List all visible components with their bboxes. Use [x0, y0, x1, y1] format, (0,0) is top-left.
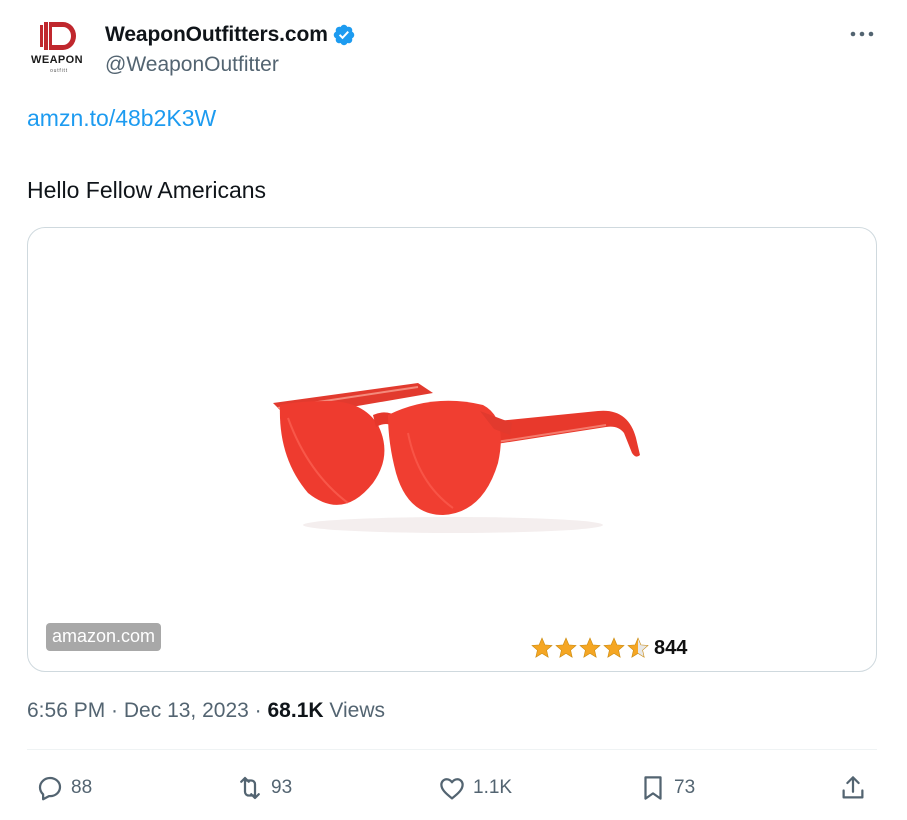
- avatar[interactable]: WEAPON outfitt: [27, 16, 87, 76]
- verified-badge-icon[interactable]: [332, 23, 356, 47]
- star-full-icon: [603, 637, 625, 658]
- meta-separator: ·: [248, 699, 268, 722]
- link-preview-card[interactable]: amazon.com 844: [27, 227, 877, 672]
- reply-count: 88: [71, 777, 93, 798]
- reply-icon: [38, 776, 62, 801]
- card-domain-badge: amazon.com: [46, 623, 162, 651]
- meta-separator: ·: [105, 699, 124, 722]
- more-options-button[interactable]: [846, 22, 878, 46]
- author-name-row: WeaponOutfitters.com: [105, 21, 356, 49]
- rating-stars: [530, 636, 650, 660]
- tweet-link[interactable]: amzn.to/48b2K3W: [27, 105, 216, 132]
- share-button[interactable]: [838, 771, 868, 805]
- tweet-meta: 6:56 PM · Dec 13, 2023 · 68.1K Views: [27, 699, 385, 723]
- tweet-date[interactable]: Dec 13, 2023: [124, 699, 249, 723]
- red-sunglasses-image: [273, 383, 640, 533]
- author-display-name[interactable]: WeaponOutfitters.com: [105, 23, 328, 47]
- star-half-icon: [627, 637, 649, 658]
- bookmark-button[interactable]: 73: [638, 771, 695, 805]
- tweet-text: Hello Fellow Americans: [27, 177, 267, 203]
- repost-icon: [240, 776, 260, 800]
- like-count: 1.1K: [473, 777, 513, 798]
- more-dots-icon: [850, 31, 874, 37]
- repost-button[interactable]: 93: [235, 771, 292, 805]
- tweet: WEAPON outfitt WeaponOutfitters.com @Wea…: [0, 0, 907, 820]
- weapon-outfitters-logo: WEAPON outfitt: [31, 22, 83, 74]
- rating-count: 844: [654, 636, 688, 659]
- author-handle[interactable]: @WeaponOutfitter: [105, 53, 279, 77]
- bookmark-count: 73: [674, 777, 696, 798]
- avatar-subwordmark: outfitt: [50, 68, 68, 74]
- reply-button[interactable]: 88: [35, 771, 92, 805]
- like-button[interactable]: 1.1K: [437, 771, 512, 805]
- bookmark-icon: [644, 776, 662, 800]
- heart-icon: [440, 778, 464, 800]
- star-full-icon: [555, 637, 577, 658]
- views-count: 68.1K: [267, 699, 324, 722]
- tweet-time[interactable]: 6:56 PM: [27, 699, 105, 723]
- star-full-icon: [579, 637, 601, 658]
- share-icon: [842, 776, 864, 799]
- avatar-wordmark: WEAPON: [31, 54, 83, 66]
- divider: [27, 749, 877, 750]
- views-label: Views: [323, 699, 386, 722]
- star-full-icon: [531, 637, 553, 658]
- repost-count: 93: [271, 777, 293, 798]
- product-rating: 844: [530, 636, 687, 660]
